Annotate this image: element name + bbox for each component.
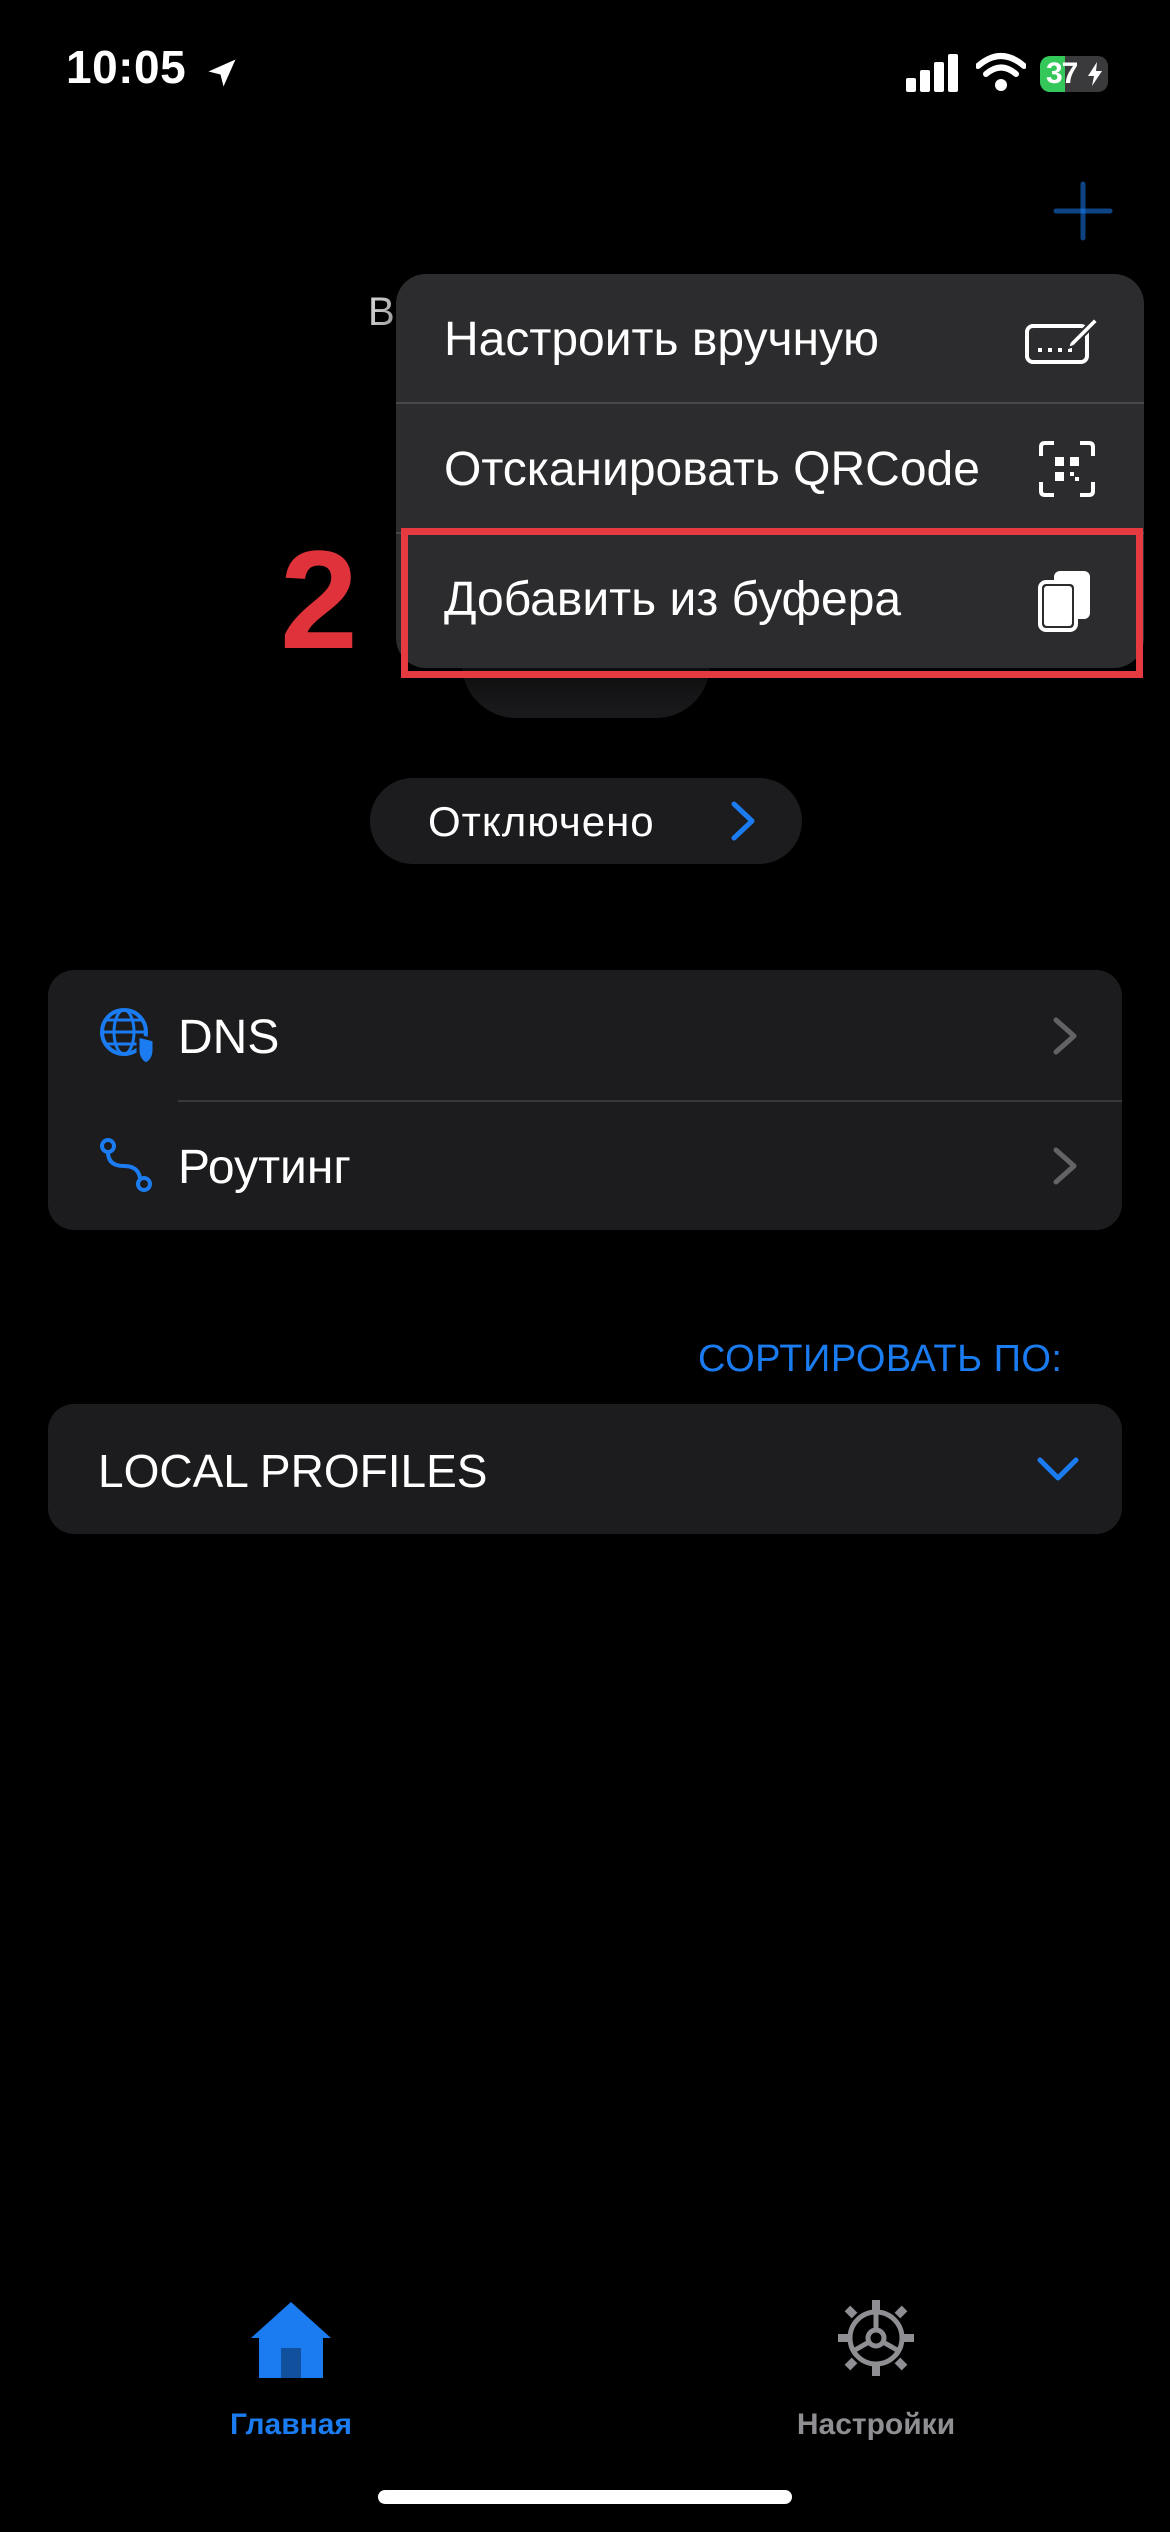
connection-status-pill[interactable]: Отключено [370, 778, 802, 864]
menu-item-scan-qrcode[interactable]: Отсканировать QRCode [396, 404, 1144, 534]
menu-item-label: Настроить вручную [444, 313, 880, 366]
home-indicator [378, 2490, 792, 2504]
tab-home[interactable]: Главная [171, 2298, 411, 2458]
tutorial-step-number: 2 [280, 521, 358, 678]
menu-item-configure-manually[interactable]: Настроить вручную [396, 274, 1144, 404]
settings-card: DNS Роутинг [48, 970, 1122, 1230]
profiles-selected-value: LOCAL PROFILES [98, 1445, 488, 1497]
chevron-right-icon [1053, 1147, 1077, 1185]
connection-status-label: Отключено [428, 798, 655, 845]
battery-label: 37 [1046, 57, 1078, 90]
profiles-dropdown[interactable]: LOCAL PROFILES [48, 1404, 1122, 1534]
routing-row[interactable]: Роутинг [48, 1100, 1122, 1230]
cellular-signal-icon [906, 54, 958, 92]
location-arrow-icon [208, 59, 236, 87]
routing-label: Роутинг [178, 1141, 351, 1194]
battery-indicator: 37 [1040, 56, 1108, 92]
row-divider [178, 1100, 1122, 1102]
globe-shield-icon [100, 1008, 156, 1064]
partially-hidden-text: В [368, 290, 395, 334]
qrcode-scan-icon [1039, 441, 1095, 497]
sort-by-label[interactable]: СОРТИРОВАТЬ ПО: [698, 1338, 1063, 1381]
plus-icon[interactable] [1052, 180, 1114, 242]
route-icon [100, 1138, 152, 1192]
house-icon [251, 2302, 331, 2378]
chevron-right-icon [1053, 1017, 1077, 1055]
gear-icon [838, 2300, 914, 2376]
dns-label: DNS [178, 1011, 280, 1064]
chevron-down-icon [1037, 1457, 1079, 1481]
tab-label: Главная [229, 2408, 352, 2441]
charging-bolt-icon [1088, 62, 1102, 86]
dns-row[interactable]: DNS [48, 970, 1122, 1100]
tutorial-highlight-box [401, 528, 1143, 678]
chevron-right-icon [731, 801, 755, 841]
status-time: 10:05 [66, 41, 187, 93]
tab-label: Настройки [796, 2408, 956, 2441]
keyboard-pencil-icon [1025, 316, 1100, 364]
wifi-icon [976, 53, 1026, 91]
tab-settings[interactable]: Настройки [756, 2298, 996, 2458]
menu-item-label: Отсканировать QRCode [444, 443, 980, 496]
